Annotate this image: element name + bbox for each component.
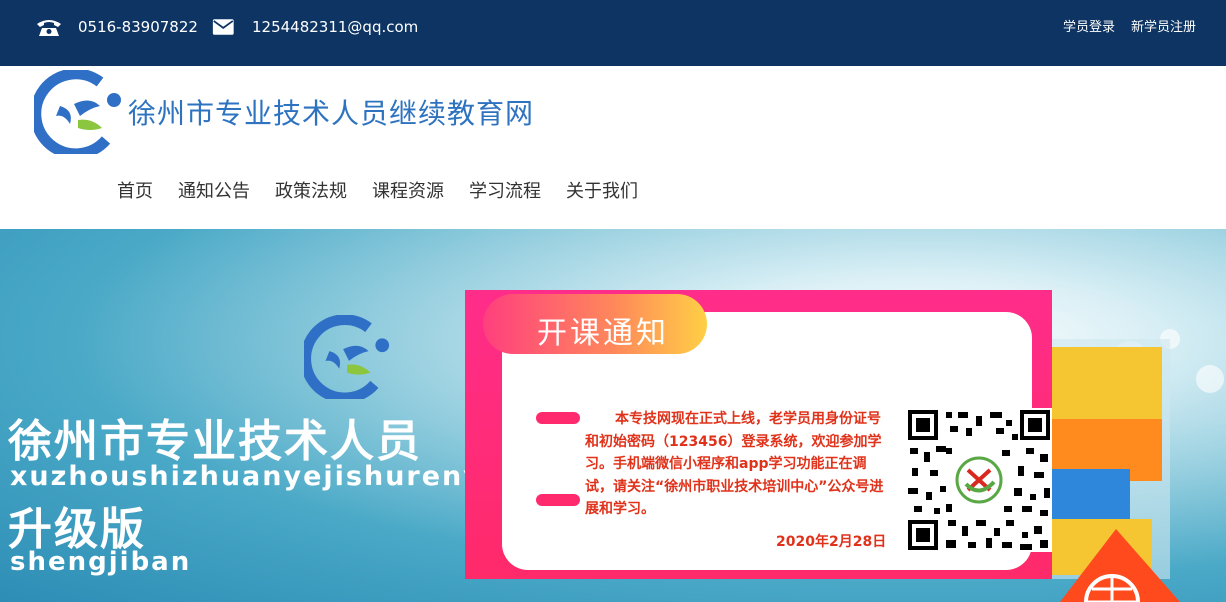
email-address: 1254482311@qq.com bbox=[252, 18, 419, 36]
site-title: 徐州市专业技术人员继续教育网 bbox=[128, 97, 535, 130]
course-notice-popup[interactable]: 本专技网现在正式上线，老学员用身份证号和初始密码（123456）登录系统，欢迎参… bbox=[465, 290, 1052, 579]
telephone-icon bbox=[37, 20, 61, 36]
nav-courses[interactable]: 课程资源 bbox=[372, 177, 444, 203]
main-nav: 首页 通知公告 政策法规 课程资源 学习流程 关于我们 bbox=[117, 177, 638, 203]
nav-notices[interactable]: 通知公告 bbox=[178, 177, 250, 203]
banner-title: 徐州市专业技术人员 bbox=[8, 416, 422, 467]
nav-about[interactable]: 关于我们 bbox=[566, 177, 638, 203]
notice-date: 2020年2月28日 bbox=[776, 534, 887, 550]
register-link[interactable]: 新学员注册 bbox=[1131, 16, 1196, 35]
top-bar: 0516-83907822 1254482311@qq.com 学员登录 新学员… bbox=[0, 0, 1226, 66]
nav-process[interactable]: 学习流程 bbox=[469, 177, 541, 203]
email-contact: 1254482311@qq.com bbox=[212, 17, 418, 37]
popup-title: 开课通知 bbox=[537, 316, 669, 351]
banner-logo bbox=[304, 315, 390, 399]
nav-home[interactable]: 首页 bbox=[117, 177, 153, 203]
envelope-icon bbox=[212, 19, 234, 35]
banner-subtitle-pinyin: shengjiban bbox=[10, 547, 192, 577]
site-logo[interactable] bbox=[34, 70, 124, 154]
qr-code[interactable] bbox=[906, 408, 1052, 552]
phone-contact: 0516-83907822 bbox=[34, 17, 198, 37]
binder-ring bbox=[536, 494, 580, 506]
account-links: 学员登录 新学员注册 bbox=[1063, 16, 1196, 35]
site-header: 徐州市专业技术人员继续教育网 首页 通知公告 政策法规 课程资源 学习流程 关于… bbox=[0, 66, 1226, 229]
login-link[interactable]: 学员登录 bbox=[1063, 16, 1115, 35]
popup-title-tab: 开课通知 bbox=[483, 294, 707, 354]
phone-number: 0516-83907822 bbox=[78, 18, 198, 36]
binder-ring bbox=[536, 412, 580, 424]
nav-policies[interactable]: 政策法规 bbox=[275, 177, 347, 203]
notice-text: 本专技网现在正式上线，老学员用身份证号和初始密码（123456）登录系统，欢迎参… bbox=[585, 411, 884, 517]
